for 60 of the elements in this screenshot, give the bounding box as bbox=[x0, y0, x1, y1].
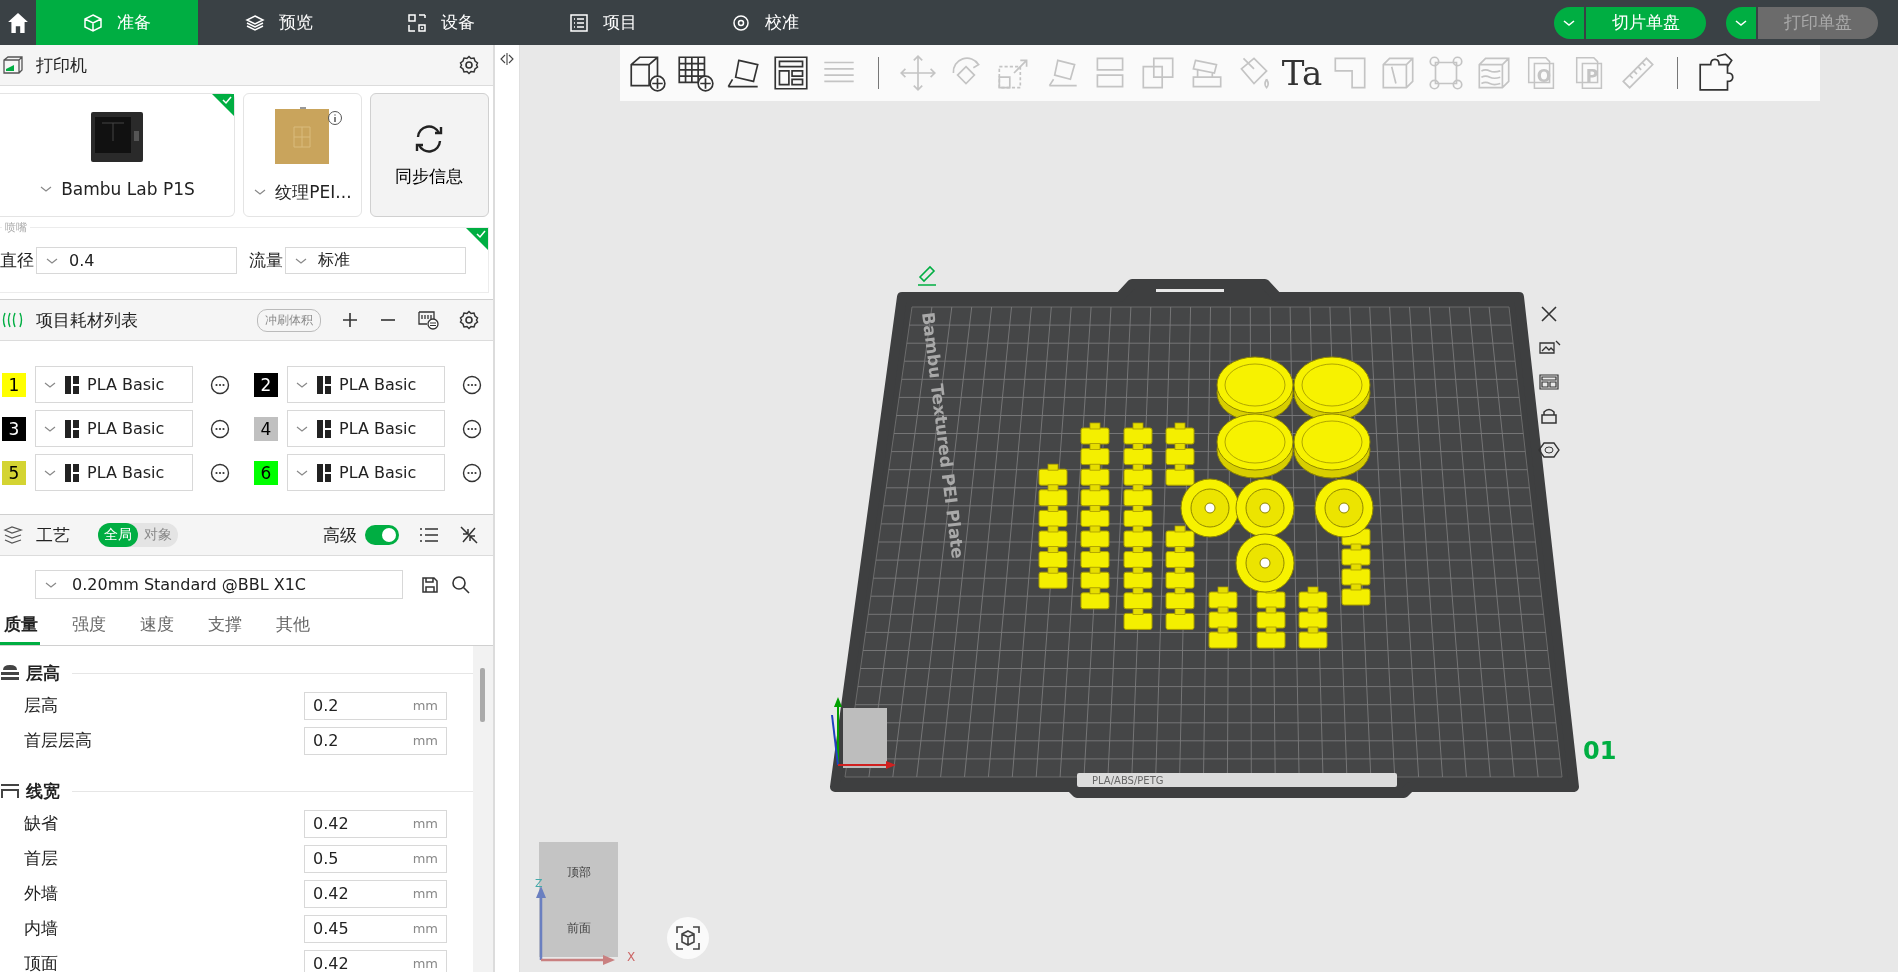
cube-face-label: 顶部 bbox=[565, 864, 592, 881]
settings-tab[interactable]: 速度 bbox=[136, 607, 196, 645]
setting-field[interactable]: 0.2 mm bbox=[304, 691, 447, 720]
flow-label: 流量 bbox=[249, 249, 283, 272]
plate-type: 纹理PEI... bbox=[275, 180, 352, 204]
section-title: 打印机 bbox=[36, 53, 87, 77]
filament-dropdown[interactable]: PLA Basic bbox=[35, 454, 193, 491]
setting-field[interactable]: 0.2 mm bbox=[304, 726, 447, 755]
setting-label: 层高 bbox=[24, 694, 58, 717]
text-tool[interactable]: Ta bbox=[1279, 50, 1325, 96]
nav-tab[interactable]: 预览 bbox=[198, 0, 360, 45]
section-title: 项目耗材列表 bbox=[36, 308, 138, 332]
nav-tab[interactable]: 校准 bbox=[684, 0, 846, 45]
nav-tab[interactable]: 设备 bbox=[360, 0, 522, 45]
setting-field[interactable]: 0.42 mm bbox=[304, 949, 447, 972]
filament-index[interactable]: 3 bbox=[2, 416, 26, 441]
filament-dropdown[interactable]: PLA Basic bbox=[287, 410, 445, 447]
filament-index[interactable]: 2 bbox=[254, 372, 278, 397]
setting-field[interactable]: 0.45 mm bbox=[304, 914, 447, 943]
printer-card[interactable]: Bambu Lab P1S bbox=[0, 93, 235, 217]
filament-dropdown[interactable]: PLA Basic bbox=[287, 366, 445, 403]
filament-index[interactable]: 6 bbox=[254, 460, 278, 485]
sync-button[interactable]: 同步信息 bbox=[369, 93, 489, 217]
setting-field[interactable]: 0.42 mm bbox=[304, 879, 447, 908]
setting-label: 缺省 bbox=[24, 812, 58, 835]
setting-field[interactable]: 0.42 mm bbox=[304, 809, 447, 838]
flush-volume-button[interactable]: 冲刷体积 bbox=[257, 308, 321, 332]
group-title: 线宽 bbox=[26, 779, 60, 803]
setting-label: 内墙 bbox=[24, 917, 58, 940]
settings-tab[interactable]: 质量 bbox=[0, 607, 40, 645]
printer-name: Bambu Lab P1S bbox=[61, 179, 195, 199]
plate-label: Bambu Textured PEI Plate bbox=[918, 311, 969, 560]
plate-material: PLA/ABS/PETG bbox=[1092, 775, 1164, 786]
group-title: 层高 bbox=[26, 661, 60, 685]
nozzle-legend: 喷嘴 bbox=[2, 220, 30, 235]
flow-dropdown[interactable]: 标准 bbox=[285, 247, 466, 274]
filament-dropdown[interactable]: PLA Basic bbox=[287, 454, 445, 491]
settings-tab[interactable]: 支撑 bbox=[204, 607, 264, 645]
setting-label: 外墙 bbox=[24, 882, 58, 905]
preset-dropdown[interactable]: 0.20mm Standard @BBL X1C bbox=[35, 570, 403, 599]
plate-number: 01 bbox=[1583, 737, 1617, 765]
filament-dropdown[interactable]: PLA Basic bbox=[35, 366, 193, 403]
settings-tab[interactable]: 强度 bbox=[68, 607, 128, 645]
filament-index[interactable]: 4 bbox=[254, 416, 278, 441]
settings-tab[interactable]: 其他 bbox=[272, 607, 332, 645]
diameter-dropdown[interactable]: 0.4 bbox=[36, 247, 237, 274]
filament-dropdown[interactable]: PLA Basic bbox=[35, 410, 193, 447]
plate-card[interactable]: 纹理PEI... bbox=[242, 93, 362, 217]
setting-label: 首层层高 bbox=[24, 729, 92, 752]
setting-label: 首层 bbox=[24, 847, 58, 870]
filament-index[interactable]: 5 bbox=[2, 460, 26, 485]
filament-index[interactable]: 1 bbox=[2, 372, 26, 397]
axis-label: X bbox=[627, 950, 636, 964]
setting-field[interactable]: 0.5 mm bbox=[304, 844, 447, 873]
section-title: 工艺 bbox=[36, 523, 70, 547]
diameter-label: 直径 bbox=[0, 249, 34, 272]
cube-face-label: 前面 bbox=[565, 920, 592, 937]
nav-tab[interactable]: 项目 bbox=[522, 0, 684, 45]
setting-label: 顶面 bbox=[24, 952, 58, 972]
advanced-label: 高级 bbox=[323, 523, 357, 547]
